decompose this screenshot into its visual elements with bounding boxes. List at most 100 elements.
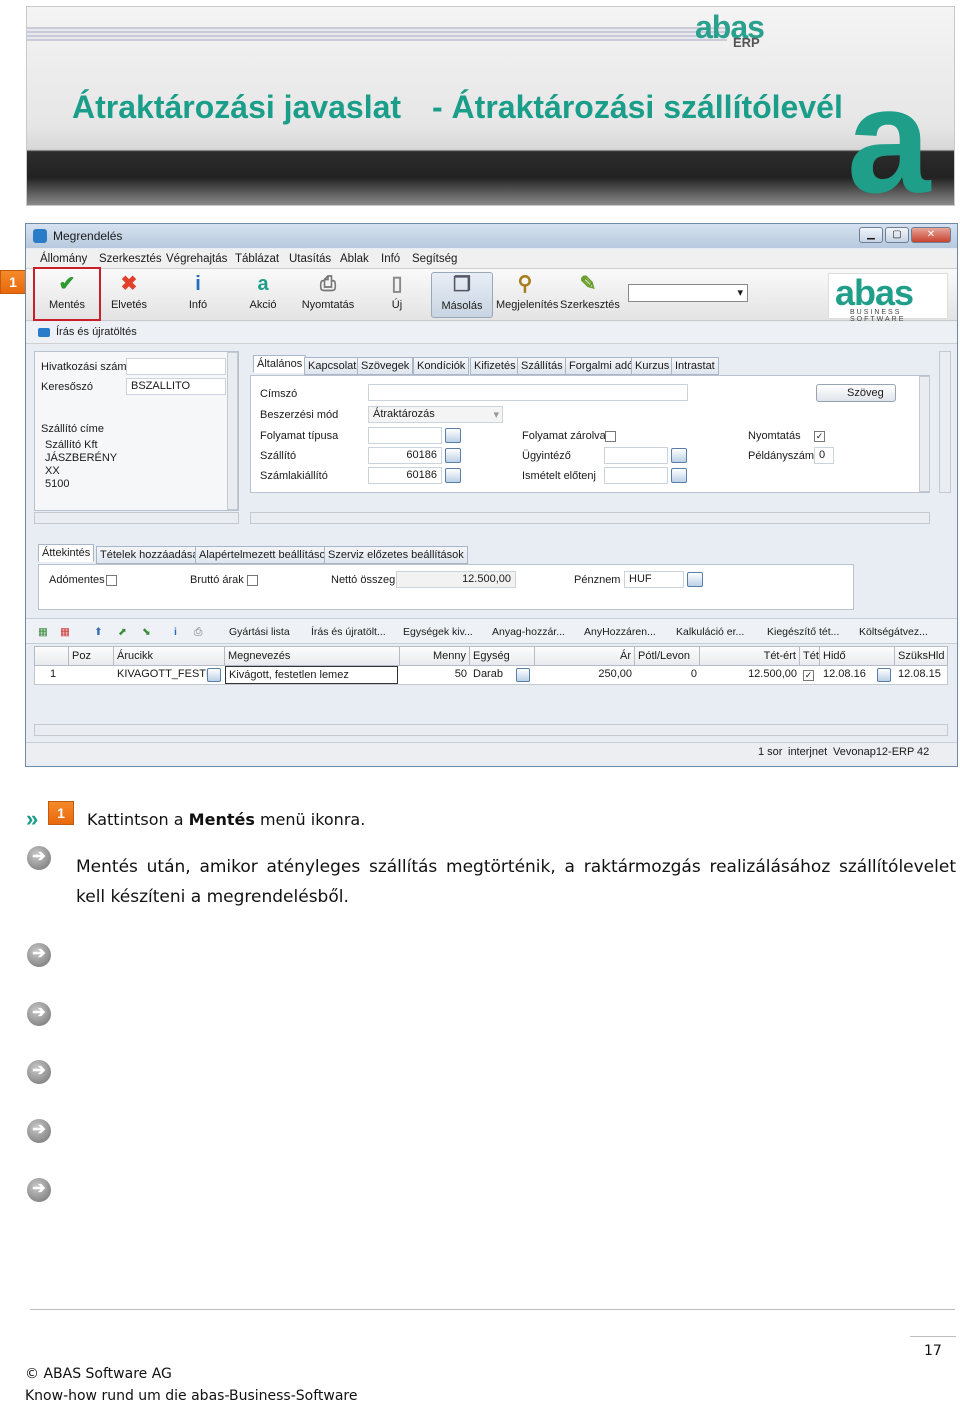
unit-lookup-button[interactable] xyxy=(516,668,530,682)
tab-alapertelmezett[interactable]: Alapértelmezett beállítások xyxy=(195,546,336,564)
tab-kurzus[interactable]: Kurzus xyxy=(631,357,674,375)
discard-button[interactable]: ✖ Elvetés xyxy=(102,272,156,318)
tab-attekintes[interactable]: Áttekintés xyxy=(38,544,95,562)
grid-delete-icon[interactable]: ▦ xyxy=(60,626,70,638)
print-checkbox[interactable]: ✓ xyxy=(814,431,825,442)
cell-potl[interactable]: 0 xyxy=(635,666,700,685)
menu-info[interactable]: Infó xyxy=(381,253,400,265)
cell-arucikk[interactable]: KIVAGOTT_FESTE xyxy=(114,666,209,685)
invoicer-lookup-button[interactable] xyxy=(445,468,461,483)
col-arucikk[interactable]: Árucikk xyxy=(114,647,225,667)
new-button[interactable]: ▯ Új xyxy=(382,272,412,318)
tax-exempt-checkbox[interactable] xyxy=(106,575,117,586)
form-scrollbar[interactable] xyxy=(919,376,930,492)
grid-action-gyartasi[interactable]: Gyártási lista xyxy=(229,626,290,638)
supplier-field[interactable]: 60186 xyxy=(368,447,442,464)
cell-hido[interactable]: 12.08.16 xyxy=(820,666,869,685)
tab-forgalmi-ado[interactable]: Forgalmi adó xyxy=(565,357,638,375)
edit-button[interactable]: ✎ Szerkesztés xyxy=(560,272,620,318)
col-ar[interactable]: Ár xyxy=(535,647,635,667)
invoicer-field[interactable]: 60186 xyxy=(368,467,442,484)
grid-add-icon[interactable]: ▦ xyxy=(38,626,48,638)
menu-utasitas[interactable]: Utasítás xyxy=(289,253,331,265)
col-potl[interactable]: Pótl/Levon xyxy=(635,647,700,667)
cimszo-field[interactable] xyxy=(368,384,688,401)
grid-action-koltseg[interactable]: Költségátvez... xyxy=(859,626,928,638)
keyword-field[interactable]: BSZALLITO xyxy=(126,378,226,395)
copy-button[interactable]: ❐ Másolás xyxy=(431,272,493,318)
grid-action-egysegek[interactable]: Egységek kiv... xyxy=(403,626,473,638)
minimize-button[interactable]: ▁ xyxy=(859,227,883,243)
grid-print-icon[interactable]: ⎙ xyxy=(194,626,202,639)
print-button[interactable]: ⎙ Nyomtatás xyxy=(300,272,356,318)
action-button[interactable]: a Akció xyxy=(240,272,286,318)
left-scrollbar[interactable] xyxy=(227,352,238,510)
cell-egyseg[interactable]: Darab xyxy=(470,666,506,685)
process-type-field[interactable] xyxy=(368,427,442,444)
currency-field[interactable]: HUF xyxy=(624,571,684,588)
currency-lookup-button[interactable] xyxy=(687,572,703,587)
gross-prices-checkbox[interactable] xyxy=(247,575,258,586)
col-tet[interactable]: Tét xyxy=(800,647,820,667)
cell-ar[interactable]: 250,00 xyxy=(535,666,635,685)
process-locked-checkbox[interactable] xyxy=(605,431,616,442)
process-type-lookup-button[interactable] xyxy=(445,428,461,443)
grid-hscrollbar[interactable] xyxy=(34,724,948,736)
grid-move-icon[interactable]: ⬆ xyxy=(94,626,103,638)
article-lookup-button[interactable] xyxy=(207,668,221,682)
table-row[interactable]: 1 KIVAGOTT_FESTE Kivágott, festetlen lem… xyxy=(34,666,948,685)
repeat-lookup-button[interactable] xyxy=(671,468,687,483)
ref-number-field[interactable] xyxy=(126,358,226,375)
menu-tablazat[interactable]: Táblázat xyxy=(235,253,279,265)
info-button[interactable]: i Infó xyxy=(176,272,220,318)
menu-ablak[interactable]: Ablak xyxy=(340,253,369,265)
supplier-lookup-button[interactable] xyxy=(445,448,461,463)
col-megnevezes[interactable]: Megnevezés xyxy=(225,647,400,667)
copies-field[interactable]: 0 xyxy=(814,447,834,464)
col-poz[interactable]: Poz xyxy=(69,647,114,667)
clerk-lookup-button[interactable] xyxy=(671,448,687,463)
menu-vegrehajtas[interactable]: Végrehajtás xyxy=(166,253,227,265)
close-button[interactable]: ✕ xyxy=(911,227,951,243)
tab-kapcsolat[interactable]: Kapcsolat xyxy=(304,357,361,375)
cell-tet-checkbox[interactable]: ✓ xyxy=(803,670,814,681)
cell-megnevezes[interactable]: Kivágott, festetlen lemez xyxy=(225,666,398,684)
tab-tetelek[interactable]: Tételek hozzáadása xyxy=(96,546,203,564)
menu-segitseg[interactable]: Segítség xyxy=(412,253,457,265)
grid-action-anyhozzaren[interactable]: AnyHozzáren... xyxy=(584,626,656,638)
reload-link[interactable]: Írás és újratöltés xyxy=(56,326,137,338)
grid-info-icon[interactable]: i xyxy=(174,626,177,638)
clerk-field[interactable] xyxy=(604,447,668,464)
repeat-field[interactable] xyxy=(604,467,668,484)
col-menny[interactable]: Menny xyxy=(400,647,470,667)
display-button[interactable]: ⚲ Megjelenítés xyxy=(496,272,558,318)
tab-szallitas[interactable]: Szállítás xyxy=(517,357,567,375)
left-hscrollbar[interactable] xyxy=(34,512,239,524)
tab-kifizetes[interactable]: Kifizetés xyxy=(470,357,520,375)
grid-action-kiegeszito[interactable]: Kiegészítő tét... xyxy=(767,626,839,638)
col-egyseg[interactable]: Egység xyxy=(470,647,535,667)
cell-tet-ert[interactable]: 12.500,00 xyxy=(700,666,800,685)
maximize-button[interactable]: ▢ xyxy=(885,227,909,243)
tab-kondiciok[interactable]: Kondíciók xyxy=(413,357,470,375)
form-hscrollbar[interactable] xyxy=(250,512,930,524)
grid-paste-icon[interactable]: ⬊ xyxy=(142,626,151,638)
purchase-mode-select[interactable]: Átraktározás ▾ xyxy=(368,406,503,423)
cell-szukshld[interactable]: 12.08.15 xyxy=(895,666,944,685)
grid-action-anyag[interactable]: Anyag-hozzár... xyxy=(492,626,565,638)
grid-copy-icon[interactable]: ⬈ xyxy=(118,626,127,638)
text-button[interactable]: Szöveg xyxy=(816,384,896,402)
tab-szerviz[interactable]: Szerviz előzetes beállítások xyxy=(324,546,468,564)
main-scrollbar[interactable] xyxy=(939,351,951,493)
tab-intrastat[interactable]: Intrastat xyxy=(671,357,719,375)
menu-allomany[interactable]: Állomány xyxy=(40,253,87,265)
toolbar-combo[interactable] xyxy=(628,284,748,302)
date-picker-button[interactable] xyxy=(877,668,891,682)
col-szukshld[interactable]: SzüksHld xyxy=(895,647,949,667)
cell-menny[interactable]: 50 xyxy=(400,666,470,685)
col-tet-ert[interactable]: Tét-ért xyxy=(700,647,800,667)
tab-altalanos[interactable]: Általános xyxy=(253,355,307,373)
menu-szerkesztes[interactable]: Szerkesztés xyxy=(99,253,162,265)
grid-action-iras[interactable]: Írás és újratölt... xyxy=(311,626,386,638)
col-hido[interactable]: Hidő xyxy=(820,647,895,667)
